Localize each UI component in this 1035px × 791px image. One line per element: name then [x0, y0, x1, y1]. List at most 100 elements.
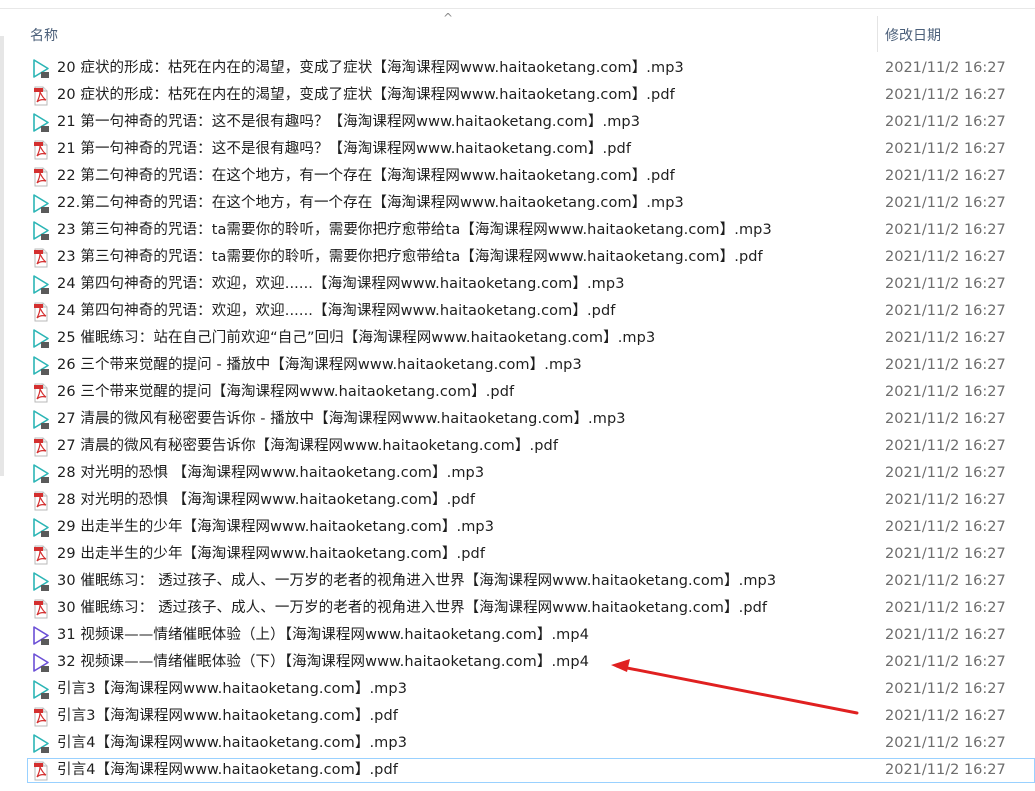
file-row[interactable]: 21 第一句神奇的咒语：这不是很有趣吗？【海淘课程网www.haitaoketa… [0, 109, 1035, 136]
file-row[interactable]: 27 清晨的微风有秘密要告诉你【海淘课程网www.haitaoketang.co… [0, 433, 1035, 460]
pdf-file-icon [31, 761, 51, 781]
file-list: 20 症状的形成：枯死在内在的渴望，变成了症状【海淘课程网www.haitaok… [0, 55, 1035, 784]
pdf-file-icon [31, 707, 51, 727]
file-row[interactable]: 29 出走半生的少年【海淘课程网www.haitaoketang.com】.mp… [0, 514, 1035, 541]
file-date-modified: 2021/11/2 16:27 [885, 168, 1006, 184]
file-row[interactable]: 30 催眠练习： 透过孩子、成人、一万岁的老者的视角进入世界【海淘课程网www.… [0, 568, 1035, 595]
file-name[interactable]: 26 三个带来觉醒的提问【海淘课程网www.haitaoketang.com】.… [57, 383, 514, 402]
mp4-video-icon [31, 626, 51, 646]
file-date-modified: 2021/11/2 16:27 [885, 573, 1006, 589]
file-row[interactable]: 28 对光明的恐惧 【海淘课程网www.haitaoketang.com】.pd… [0, 487, 1035, 514]
file-date-modified: 2021/11/2 16:27 [885, 60, 1006, 76]
file-name[interactable]: 21 第一句神奇的咒语：这不是很有趣吗？【海淘课程网www.haitaoketa… [57, 140, 631, 159]
file-row[interactable]: 24 第四句神奇的咒语：欢迎，欢迎......【海淘课程网www.haitaok… [0, 271, 1035, 298]
file-name[interactable]: 25 催眠练习：站在自己门前欢迎“自己”回归【海淘课程网www.haitaoke… [57, 329, 655, 348]
file-name[interactable]: 28 对光明的恐惧 【海淘课程网www.haitaoketang.com】.mp… [57, 464, 484, 483]
file-row[interactable]: 引言3【海淘课程网www.haitaoketang.com】.mp3 2021/1… [0, 676, 1035, 703]
file-name[interactable]: 引言4【海淘课程网www.haitaoketang.com】.mp3 [57, 734, 407, 753]
pdf-file-icon [31, 248, 51, 268]
column-header-date-modified[interactable]: 修改日期 [885, 25, 941, 45]
file-date-modified: 2021/11/2 16:27 [885, 492, 1006, 508]
file-row[interactable]: 26 三个带来觉醒的提问 - 播放中【海淘课程网www.haitaoketang… [0, 352, 1035, 379]
mp3-audio-icon [31, 518, 51, 538]
pdf-file-icon [31, 86, 51, 106]
mp3-audio-icon [31, 59, 51, 79]
file-date-modified: 2021/11/2 16:27 [885, 735, 1006, 751]
mp3-audio-icon [31, 734, 51, 754]
file-row[interactable]: 引言3【海淘课程网www.haitaoketang.com】.pdf 2021/1… [0, 703, 1035, 730]
file-date-modified: 2021/11/2 16:27 [885, 708, 1006, 724]
mp3-audio-icon [31, 410, 51, 430]
file-row[interactable]: 22 第二句神奇的咒语：在这个地方，有一个存在【海淘课程网www.haitaok… [0, 163, 1035, 190]
file-name[interactable]: 30 催眠练习： 透过孩子、成人、一万岁的老者的视角进入世界【海淘课程网www.… [57, 572, 776, 591]
file-date-modified: 2021/11/2 16:27 [885, 249, 1006, 265]
mp3-audio-icon [31, 356, 51, 376]
mp3-audio-icon [31, 275, 51, 295]
file-date-modified: 2021/11/2 16:27 [885, 330, 1006, 346]
file-name[interactable]: 32 视频课——情绪催眠体验（下）【海淘课程网www.haitaoketang.… [57, 653, 589, 672]
file-row[interactable]: 23 第三句神奇的咒语：ta需要你的聆听，需要你把疗愈带给ta【海淘课程网www… [0, 217, 1035, 244]
file-name[interactable]: 引言3【海淘课程网www.haitaoketang.com】.pdf [57, 707, 398, 726]
mp3-audio-icon [31, 329, 51, 349]
pdf-file-icon [31, 302, 51, 322]
file-name[interactable]: 20 症状的形成：枯死在内在的渴望，变成了症状【海淘课程网www.haitaok… [57, 86, 675, 105]
file-name[interactable]: 27 清晨的微风有秘密要告诉你 - 播放中【海淘课程网www.haitaoket… [57, 410, 626, 429]
file-row[interactable]: 20 症状的形成：枯死在内在的渴望，变成了症状【海淘课程网www.haitaok… [0, 82, 1035, 109]
mp3-audio-icon [31, 464, 51, 484]
file-row[interactable]: 引言4【海淘课程网www.haitaoketang.com】.pdf 2021/1… [0, 757, 1035, 784]
pdf-file-icon [31, 599, 51, 619]
sort-ascending-icon[interactable]: ^ [443, 12, 453, 24]
file-row[interactable]: 20 症状的形成：枯死在内在的渴望，变成了症状【海淘课程网www.haitaok… [0, 55, 1035, 82]
file-name[interactable]: 22.第二句神奇的咒语：在这个地方，有一个存在【海淘课程网www.haitaok… [57, 194, 684, 213]
file-row[interactable]: 27 清晨的微风有秘密要告诉你 - 播放中【海淘课程网www.haitaoket… [0, 406, 1035, 433]
file-date-modified: 2021/11/2 16:27 [885, 681, 1006, 697]
file-row[interactable]: 28 对光明的恐惧 【海淘课程网www.haitaoketang.com】.mp… [0, 460, 1035, 487]
file-date-modified: 2021/11/2 16:27 [885, 222, 1006, 238]
file-row[interactable]: 21 第一句神奇的咒语：这不是很有趣吗？【海淘课程网www.haitaoketa… [0, 136, 1035, 163]
file-date-modified: 2021/11/2 16:27 [885, 384, 1006, 400]
file-name[interactable]: 29 出走半生的少年【海淘课程网www.haitaoketang.com】.pd… [57, 545, 485, 564]
file-name[interactable]: 23 第三句神奇的咒语：ta需要你的聆听，需要你把疗愈带给ta【海淘课程网www… [57, 248, 763, 267]
file-date-modified: 2021/11/2 16:27 [885, 357, 1006, 373]
file-row[interactable]: 引言4【海淘课程网www.haitaoketang.com】.mp3 2021/1… [0, 730, 1035, 757]
file-row[interactable]: 22.第二句神奇的咒语：在这个地方，有一个存在【海淘课程网www.haitaok… [0, 190, 1035, 217]
file-name[interactable]: 引言3【海淘课程网www.haitaoketang.com】.mp3 [57, 680, 407, 699]
file-name[interactable]: 24 第四句神奇的咒语：欢迎，欢迎......【海淘课程网www.haitaok… [57, 275, 625, 294]
file-name[interactable]: 27 清晨的微风有秘密要告诉你【海淘课程网www.haitaoketang.co… [57, 437, 558, 456]
file-name[interactable]: 30 催眠练习： 透过孩子、成人、一万岁的老者的视角进入世界【海淘课程网www.… [57, 599, 767, 618]
file-row[interactable]: 26 三个带来觉醒的提问【海淘课程网www.haitaoketang.com】.… [0, 379, 1035, 406]
mp3-audio-icon [31, 113, 51, 133]
mp4-video-icon [31, 653, 51, 673]
file-name[interactable]: 20 症状的形成：枯死在内在的渴望，变成了症状【海淘课程网www.haitaok… [57, 59, 684, 78]
file-date-modified: 2021/11/2 16:27 [885, 114, 1006, 130]
file-date-modified: 2021/11/2 16:27 [885, 303, 1006, 319]
file-name[interactable]: 28 对光明的恐惧 【海淘课程网www.haitaoketang.com】.pd… [57, 491, 475, 510]
file-date-modified: 2021/11/2 16:27 [885, 438, 1006, 454]
file-name[interactable]: 24 第四句神奇的咒语：欢迎，欢迎......【海淘课程网www.haitaok… [57, 302, 615, 321]
header-top-divider [0, 8, 1035, 9]
file-row[interactable]: 24 第四句神奇的咒语：欢迎，欢迎......【海淘课程网www.haitaok… [0, 298, 1035, 325]
file-date-modified: 2021/11/2 16:27 [885, 762, 1006, 778]
file-row[interactable]: 23 第三句神奇的咒语：ta需要你的聆听，需要你把疗愈带给ta【海淘课程网www… [0, 244, 1035, 271]
pdf-file-icon [31, 437, 51, 457]
file-row[interactable]: 30 催眠练习： 透过孩子、成人、一万岁的老者的视角进入世界【海淘课程网www.… [0, 595, 1035, 622]
file-date-modified: 2021/11/2 16:27 [885, 519, 1006, 535]
file-name[interactable]: 23 第三句神奇的咒语：ta需要你的聆听，需要你把疗愈带给ta【海淘课程网www… [57, 221, 772, 240]
column-header-name[interactable]: 名称 [30, 25, 58, 45]
file-name[interactable]: 22 第二句神奇的咒语：在这个地方，有一个存在【海淘课程网www.haitaok… [57, 167, 675, 186]
pdf-file-icon [31, 383, 51, 403]
file-name[interactable]: 26 三个带来觉醒的提问 - 播放中【海淘课程网www.haitaoketang… [57, 356, 582, 375]
file-row[interactable]: 32 视频课——情绪催眠体验（下）【海淘课程网www.haitaoketang.… [0, 649, 1035, 676]
file-name[interactable]: 31 视频课——情绪催眠体验（上）【海淘课程网www.haitaoketang.… [57, 626, 589, 645]
file-row[interactable]: 25 催眠练习：站在自己门前欢迎“自己”回归【海淘课程网www.haitaoke… [0, 325, 1035, 352]
file-row[interactable]: 29 出走半生的少年【海淘课程网www.haitaoketang.com】.pd… [0, 541, 1035, 568]
pdf-file-icon [31, 167, 51, 187]
mp3-audio-icon [31, 680, 51, 700]
column-separator[interactable] [877, 16, 878, 52]
file-name[interactable]: 引言4【海淘课程网www.haitaoketang.com】.pdf [57, 761, 398, 780]
file-name[interactable]: 29 出走半生的少年【海淘课程网www.haitaoketang.com】.mp… [57, 518, 494, 537]
file-row[interactable]: 31 视频课——情绪催眠体验（上）【海淘课程网www.haitaoketang.… [0, 622, 1035, 649]
file-date-modified: 2021/11/2 16:27 [885, 195, 1006, 211]
mp3-audio-icon [31, 221, 51, 241]
file-name[interactable]: 21 第一句神奇的咒语：这不是很有趣吗？【海淘课程网www.haitaoketa… [57, 113, 640, 132]
